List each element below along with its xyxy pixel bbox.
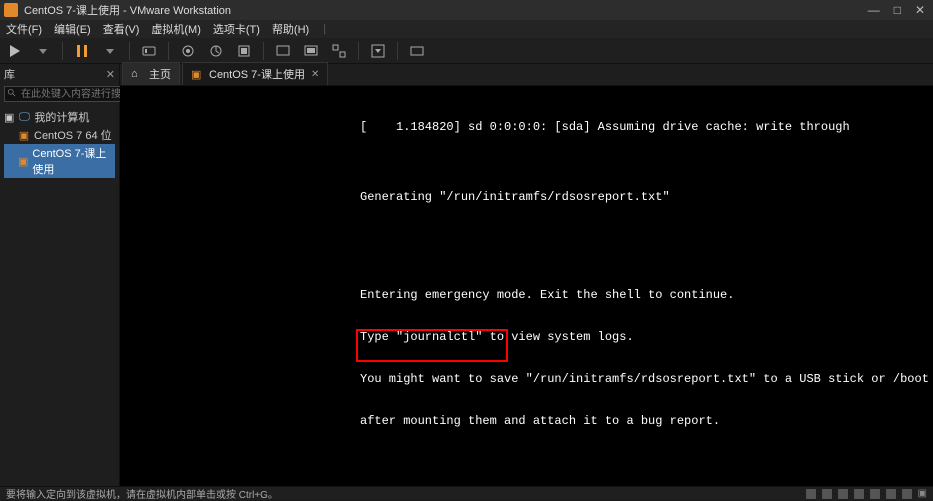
sidebar-close-button[interactable]: ✕ — [106, 68, 115, 81]
toolbar-divider — [129, 42, 130, 60]
window-title: CentOS 7-课上使用 - VMware Workstation — [24, 2, 868, 18]
library-label: 库 — [4, 66, 15, 82]
send-ctrl-alt-del-button[interactable] — [140, 42, 158, 60]
device-icon[interactable] — [870, 489, 880, 499]
unity-button[interactable] — [330, 42, 348, 60]
tab-label: CentOS 7-课上使用 — [209, 66, 305, 82]
terminal-line: You might want to save "/run/initramfs/r… — [120, 372, 933, 386]
device-icon[interactable] — [806, 489, 816, 499]
fit-guest-button[interactable] — [274, 42, 292, 60]
menu-edit[interactable]: 编辑(E) — [54, 21, 91, 37]
menu-bar: 文件(F) 编辑(E) 查看(V) 虚拟机(M) 选项卡(T) 帮助(H) | — [0, 20, 933, 38]
app-icon — [4, 3, 18, 17]
snapshot-manager-button[interactable] — [207, 42, 225, 60]
menu-file[interactable]: 文件(F) — [6, 21, 42, 37]
menu-separator: | — [323, 23, 326, 35]
tabs-row: ⌂ 主页 ▣ CentOS 7-课上使用 ✕ — [120, 64, 933, 86]
terminal-line: Entering emergency mode. Exit the shell … — [120, 288, 933, 302]
search-icon — [7, 88, 17, 98]
tree-item-centos7-class[interactable]: ▣ CentOS 7-课上使用 — [4, 144, 115, 178]
status-corner-icon[interactable]: ▣ — [918, 488, 927, 499]
device-icon[interactable] — [886, 489, 896, 499]
snapshot-button[interactable] — [179, 42, 197, 60]
terminal-line: Generating "/run/initramfs/rdsosreport.t… — [120, 190, 933, 204]
toolbar-divider — [358, 42, 359, 60]
vm-icon: ▣ — [18, 155, 28, 167]
library-sidebar: 库 ✕ ▼ ▣ 🖵 我的计算机 ▣ CentOS 7 64 位 ▣ CentOS… — [0, 64, 120, 486]
minimize-button[interactable]: — — [868, 3, 880, 17]
toolbar-divider — [397, 42, 398, 60]
vm-icon: ▣ — [18, 129, 30, 141]
toolbar — [0, 38, 933, 64]
status-text: 要将输入定向到该虚拟机，请在虚拟机内部单击或按 Ctrl+G。 — [6, 486, 278, 501]
tree-item-centos7-64[interactable]: ▣ CentOS 7 64 位 — [4, 126, 115, 144]
expand-icon: ▣ — [4, 111, 14, 124]
pause-button[interactable] — [73, 42, 91, 60]
vm-console[interactable]: [ 1.184820] sd 0:0:0:0: [sda] Assuming d… — [120, 86, 933, 486]
device-icon[interactable] — [822, 489, 832, 499]
power-dropdown-button[interactable] — [6, 42, 24, 60]
library-tree: ▣ 🖵 我的计算机 ▣ CentOS 7 64 位 ▣ CentOS 7-课上使… — [0, 106, 119, 180]
fit-window-button[interactable] — [302, 42, 320, 60]
close-button[interactable]: ✕ — [915, 3, 925, 17]
home-icon: ⌂ — [131, 68, 143, 80]
tab-label: 主页 — [149, 66, 171, 82]
device-icon[interactable] — [838, 489, 848, 499]
device-icon[interactable] — [902, 489, 912, 499]
menu-view[interactable]: 查看(V) — [103, 21, 140, 37]
terminal-line: after mounting them and attach it to a b… — [120, 414, 933, 428]
tree-root-label: 我的计算机 — [34, 109, 89, 125]
content-area: ⌂ 主页 ▣ CentOS 7-课上使用 ✕ [ 1.184820] sd 0:… — [120, 64, 933, 486]
dropdown-icon[interactable] — [34, 42, 52, 60]
tab-centos7-class[interactable]: ▣ CentOS 7-课上使用 ✕ — [182, 62, 328, 85]
vm-icon: ▣ — [191, 68, 203, 80]
title-bar: CentOS 7-课上使用 - VMware Workstation — □ ✕ — [0, 0, 933, 20]
dropdown-icon[interactable] — [101, 42, 119, 60]
maximize-button[interactable]: □ — [894, 3, 901, 17]
status-bar: 要将输入定向到该虚拟机，请在虚拟机内部单击或按 Ctrl+G。 ▣ — [0, 486, 933, 500]
revert-button[interactable] — [235, 42, 253, 60]
toolbar-divider — [168, 42, 169, 60]
terminal-line: Type "journalctl" to view system logs. — [120, 330, 933, 344]
tree-item-label: CentOS 7 64 位 — [34, 127, 112, 143]
fullscreen-button[interactable] — [369, 42, 387, 60]
tab-close-button[interactable]: ✕ — [311, 69, 319, 80]
toolbar-divider — [263, 42, 264, 60]
device-icon[interactable] — [854, 489, 864, 499]
computer-icon: 🖵 — [18, 111, 30, 123]
toolbar-divider — [62, 42, 63, 60]
terminal-line: [ 1.184820] sd 0:0:0:0: [sda] Assuming d… — [120, 120, 933, 134]
menu-vm[interactable]: 虚拟机(M) — [151, 21, 201, 37]
menu-help[interactable]: 帮助(H) — [272, 21, 309, 37]
tab-home[interactable]: ⌂ 主页 — [122, 62, 180, 85]
stretch-button[interactable] — [408, 42, 426, 60]
tree-root-my-computer[interactable]: ▣ 🖵 我的计算机 — [4, 108, 115, 126]
menu-tabs[interactable]: 选项卡(T) — [213, 21, 260, 37]
tree-item-label: CentOS 7-课上使用 — [32, 145, 115, 177]
